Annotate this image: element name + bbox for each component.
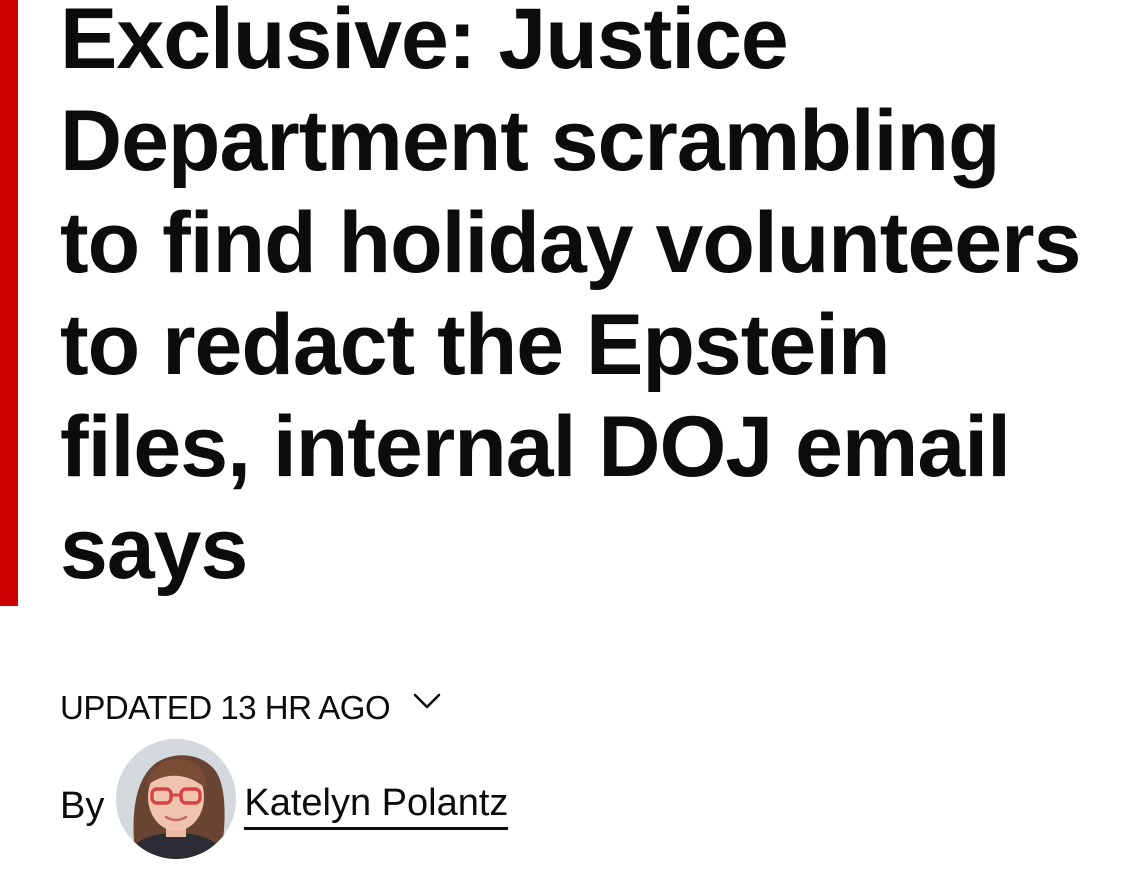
- updated-timestamp-toggle[interactable]: UPDATED 13 HR AGO: [60, 688, 442, 728]
- chevron-down-icon[interactable]: [412, 691, 442, 711]
- author-avatar[interactable]: [116, 739, 237, 859]
- byline: By Katelyn Polantz: [60, 738, 509, 860]
- author-name-link[interactable]: Katelyn Polantz: [244, 782, 509, 830]
- byline-prefix: By: [60, 784, 105, 827]
- headline-accent-bar: [0, 0, 18, 606]
- article-headline: Exclusive: Justice Department scrambling…: [60, 0, 1081, 597]
- updated-timestamp: UPDATED 13 HR AGO: [60, 689, 391, 726]
